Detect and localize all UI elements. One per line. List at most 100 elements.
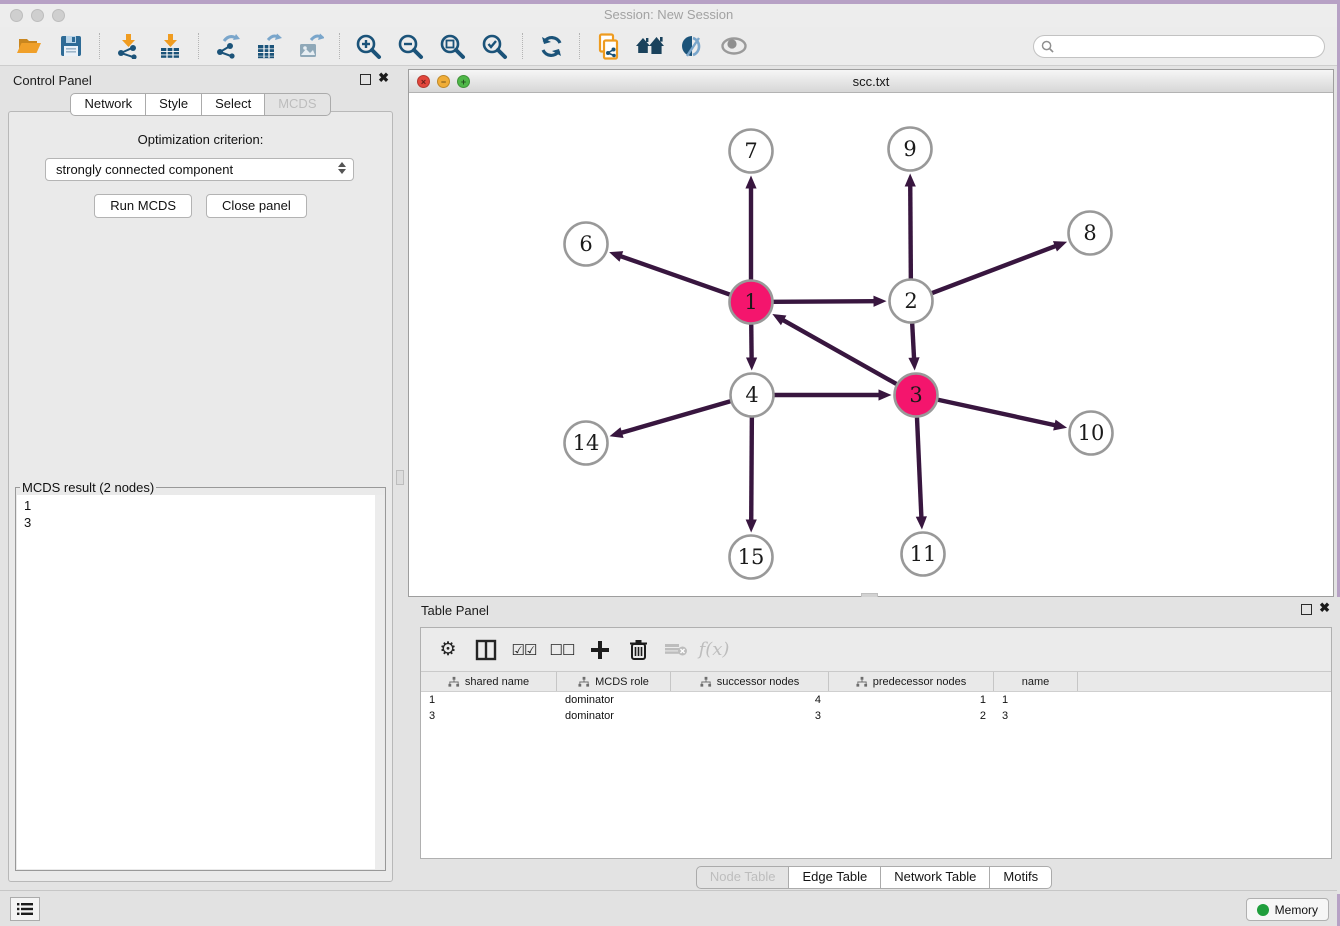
close-panel-button[interactable]: Close panel (206, 194, 307, 218)
tab-select[interactable]: Select (202, 93, 265, 116)
table-panel: Table Panel ✖ ⚙ ☑☑ ☐☐ f(x) shared name MC… (408, 597, 1340, 894)
graph-edge-1-7[interactable] (745, 176, 756, 280)
svg-text:8: 8 (1083, 221, 1096, 245)
table-tab-network-table[interactable]: Network Table (881, 866, 990, 889)
graph-node-7[interactable]: 7 (730, 130, 773, 173)
zoom-in-icon[interactable] (353, 31, 383, 61)
show-overview-eye-icon[interactable] (719, 31, 749, 61)
graph-edge-3-1[interactable] (772, 314, 896, 384)
split-columns-icon[interactable] (469, 635, 503, 665)
cell-MCDS-role[interactable]: dominator (557, 708, 671, 724)
table-tab-node-table[interactable]: Node Table (696, 866, 790, 889)
tab-network[interactable]: Network (70, 93, 146, 116)
graph-edge-1-6[interactable] (609, 251, 730, 294)
mcds-panel: Optimization criterion: strongly connect… (8, 111, 393, 882)
panel-splitter-grip[interactable] (396, 470, 404, 485)
float-panel-icon[interactable] (360, 74, 371, 85)
table-tab-motifs[interactable]: Motifs (990, 866, 1052, 889)
table-panel-title: Table Panel (421, 603, 489, 618)
toolbar-separator (198, 33, 199, 59)
delete-column-trash-icon[interactable] (621, 635, 655, 665)
export-table-icon[interactable] (254, 31, 284, 61)
tab-style[interactable]: Style (146, 93, 202, 116)
import-network-icon[interactable] (113, 31, 143, 61)
table-settings-gear-icon[interactable]: ⚙ (431, 635, 465, 665)
hide-panels-icon[interactable] (677, 31, 707, 61)
refresh-layout-icon[interactable] (536, 31, 566, 61)
close-panel-icon[interactable]: ✖ (378, 71, 389, 85)
graph-node-8[interactable]: 8 (1069, 212, 1112, 255)
graph-node-1[interactable]: 1 (730, 281, 773, 324)
graph-node-10[interactable]: 10 (1070, 412, 1113, 455)
criterion-dropdown[interactable]: strongly connected component (45, 158, 354, 181)
search-field[interactable] (1033, 35, 1325, 58)
column-header-shared-name[interactable]: shared name (421, 672, 557, 691)
column-label: MCDS role (595, 676, 649, 688)
open-file-icon[interactable] (14, 31, 44, 61)
zoom-out-icon[interactable] (395, 31, 425, 61)
close-table-panel-icon[interactable]: ✖ (1319, 601, 1330, 615)
graph-node-4[interactable]: 4 (731, 374, 774, 417)
export-network-icon[interactable] (212, 31, 242, 61)
mcds-result-textarea[interactable]: 1 3 (17, 495, 384, 869)
graph-edge-4-3[interactable] (775, 389, 892, 400)
cell-shared-name[interactable]: 1 (421, 692, 557, 708)
search-input[interactable] (1059, 40, 1324, 54)
network-home-icon[interactable] (635, 31, 665, 61)
cell-name[interactable]: 1 (994, 692, 1078, 708)
cell-predecessor-nodes[interactable]: 2 (829, 708, 994, 724)
delete-table-icon[interactable] (659, 635, 693, 665)
graph-node-3[interactable]: 3 (895, 374, 938, 417)
table-row[interactable]: 3dominator323 (421, 708, 1331, 724)
graph-node-9[interactable]: 9 (889, 128, 932, 171)
network-graph-canvas[interactable]: 1 2 3 4 6 7 8 9 10 11 14 15 (409, 93, 1333, 596)
tab-mcds[interactable]: MCDS (265, 93, 330, 116)
result-scrollbar[interactable] (375, 495, 384, 869)
table-tabs: Node TableEdge TableNetwork TableMotifs (696, 866, 1052, 889)
graph-edge-4-15[interactable] (746, 417, 757, 532)
graph-node-15[interactable]: 15 (730, 536, 773, 579)
save-session-icon[interactable] (56, 31, 86, 61)
column-header-name[interactable]: name (994, 672, 1078, 691)
zoom-selected-icon[interactable] (479, 31, 509, 61)
select-all-checkboxes-icon[interactable]: ☑☑ (507, 635, 541, 665)
graph-node-11[interactable]: 11 (902, 533, 945, 576)
import-table-icon[interactable] (155, 31, 185, 61)
cell-predecessor-nodes[interactable]: 1 (829, 692, 994, 708)
cell-name[interactable]: 3 (994, 708, 1078, 724)
table-tab-edge-table[interactable]: Edge Table (789, 866, 881, 889)
mcds-result-group: MCDS result (2 nodes) 1 3 (15, 480, 386, 871)
column-header-predecessor-nodes[interactable]: predecessor nodes (829, 672, 994, 691)
graph-edge-1-4[interactable] (746, 324, 757, 370)
graph-edge-2-3[interactable] (908, 323, 919, 370)
graph-edge-2-8[interactable] (932, 241, 1067, 293)
run-mcds-button[interactable]: Run MCDS (94, 194, 192, 218)
cell-shared-name[interactable]: 3 (421, 708, 557, 724)
cell-MCDS-role[interactable]: dominator (557, 692, 671, 708)
column-header-MCDS-role[interactable]: MCDS role (557, 672, 671, 691)
show-panels-list-button[interactable] (10, 897, 40, 921)
deselect-all-checkboxes-icon[interactable]: ☐☐ (545, 635, 579, 665)
column-label: name (1022, 676, 1050, 688)
graph-node-2[interactable]: 2 (890, 280, 933, 323)
graph-edge-4-14[interactable] (610, 401, 731, 438)
add-column-icon[interactable] (583, 635, 617, 665)
zoom-fit-icon[interactable] (437, 31, 467, 61)
graph-edge-2-9[interactable] (905, 173, 916, 278)
table-row[interactable]: 1dominator411 (421, 692, 1331, 708)
graph-edge-3-10[interactable] (938, 400, 1067, 431)
export-image-icon[interactable] (296, 31, 326, 61)
network-window-titlebar[interactable]: × − + scc.txt (409, 70, 1333, 93)
cell-successor-nodes[interactable]: 3 (671, 708, 829, 724)
cell-successor-nodes[interactable]: 4 (671, 692, 829, 708)
memory-button[interactable]: Memory (1246, 898, 1329, 921)
float-table-panel-icon[interactable] (1301, 604, 1312, 615)
graph-node-14[interactable]: 14 (565, 422, 608, 465)
graph-edge-3-11[interactable] (916, 417, 927, 529)
svg-text:10: 10 (1078, 421, 1105, 445)
column-header-successor-nodes[interactable]: successor nodes (671, 672, 829, 691)
graph-node-6[interactable]: 6 (565, 223, 608, 266)
graph-edge-1-2[interactable] (773, 296, 886, 307)
duplicate-network-icon[interactable] (593, 31, 623, 61)
function-builder-icon[interactable]: f(x) (697, 635, 731, 665)
